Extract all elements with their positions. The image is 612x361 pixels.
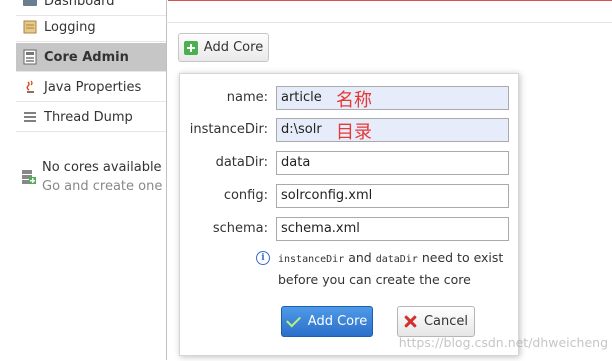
thread-dump-icon — [22, 109, 38, 125]
add-core-submit-label: Add Core — [307, 314, 368, 329]
instancedir-annotation: 目录 — [336, 122, 372, 143]
instancedir-input[interactable]: d:\solr — [276, 117, 509, 142]
watermark: https://blog.csdn.net/dhweicheng — [398, 335, 608, 350]
info-icon: i — [256, 251, 270, 265]
dashboard-icon — [22, 0, 38, 9]
sidebar-item-label: Logging — [44, 19, 96, 35]
close-icon — [404, 315, 417, 328]
sidebar-item-label: Dashboard — [44, 0, 115, 9]
check-icon — [285, 312, 301, 327]
top-panel-border — [168, 0, 612, 5]
java-properties-icon — [22, 79, 38, 95]
sidebar-item-label: Thread Dump — [44, 109, 133, 125]
add-core-toolbar-button[interactable]: Add Core — [178, 33, 269, 62]
add-core-submit-button[interactable]: Add Core — [281, 306, 373, 337]
add-core-dialog: name: article 名称 instanceDir: d:\solr 目录… — [179, 73, 519, 356]
core-admin-icon — [22, 49, 38, 65]
sidebar-item-label: Core Admin — [44, 49, 129, 65]
logging-icon — [22, 19, 38, 35]
no-cores-text: No cores available — [42, 160, 162, 175]
sidebar-item-core-admin[interactable]: Core Admin — [16, 43, 166, 72]
name-input[interactable]: article — [276, 85, 509, 110]
hint-text: instanceDir and dataDir need to exist be… — [278, 250, 504, 287]
database-add-icon — [20, 168, 36, 196]
no-cores-notice: No cores available Go and create one — [20, 158, 162, 196]
name-label: name: — [226, 90, 268, 105]
datadir-label: dataDir: — [215, 155, 268, 170]
add-core-toolbar-label: Add Core — [203, 40, 264, 55]
sidebar-item-label: Java Properties — [44, 79, 142, 95]
config-input[interactable]: solrconfig.xml — [276, 183, 509, 208]
schema-label: schema: — [212, 221, 268, 236]
sidebar-item-thread-dump[interactable]: Thread Dump — [16, 103, 166, 132]
datadir-input[interactable]: data — [276, 150, 509, 175]
sidebar-item-logging[interactable]: Logging — [16, 13, 166, 42]
name-annotation: 名称 — [336, 90, 372, 111]
config-label: config: — [223, 188, 268, 203]
sidebar: Dashboard Logging Core Admin Java Proper… — [0, 0, 167, 360]
sidebar-item-java-properties[interactable]: Java Properties — [16, 73, 166, 102]
cancel-button[interactable]: Cancel — [397, 306, 475, 337]
cancel-label: Cancel — [423, 314, 469, 329]
instancedir-label: instanceDir: — [189, 122, 268, 137]
create-core-link[interactable]: Go and create one — [42, 177, 162, 196]
schema-input[interactable]: schema.xml — [276, 216, 509, 241]
plus-icon — [183, 40, 198, 55]
